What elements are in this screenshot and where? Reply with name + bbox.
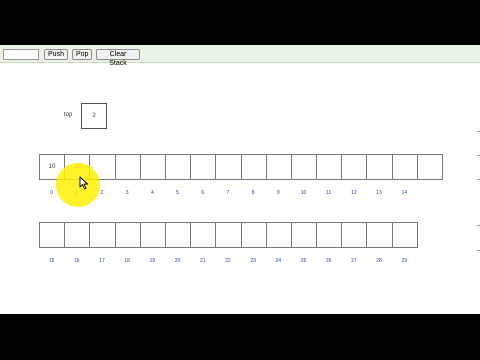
index-row-2: 15 16 17 18 19 20 21 22 23 24 25 26 27 28 29 [39, 258, 417, 264]
stack-cell [39, 222, 66, 248]
cell-index-label: 20 [174, 258, 181, 264]
cell-index-label: 4 [150, 190, 154, 196]
cell-index-label: 11 [326, 190, 332, 196]
stack-cell [416, 154, 443, 180]
stack-cell [215, 222, 242, 248]
cell-index-label: 29 [401, 258, 407, 264]
stack-cell [316, 154, 343, 180]
top-label: top [64, 112, 73, 118]
stack-cell [215, 154, 242, 180]
stack-cell [290, 222, 318, 248]
cell-index-label: 26 [325, 258, 332, 264]
stack-cell [190, 222, 217, 248]
toolbar: Push Pop Clear Stack [0, 45, 480, 67]
stack-cell [139, 222, 166, 248]
cell-index-label: 6 [201, 190, 205, 196]
cell-index-label: 15 [48, 258, 55, 264]
stack-cell [114, 222, 141, 248]
cell-index-label: 13 [376, 190, 382, 196]
cell-index-label: 10 [300, 190, 307, 196]
stack-cell [265, 154, 292, 180]
cell-index-label: 22 [225, 258, 231, 264]
stack-array-row-1: 1020 [39, 154, 443, 180]
cell-index-label: 25 [300, 258, 307, 264]
pop-button[interactable]: Pop [72, 49, 92, 60]
stack-visualization-page: Push Pop Clear Stack top 2 1020 01234567… [0, 45, 480, 314]
clear-stack-button[interactable]: Clear Stack [96, 49, 140, 67]
stack-cell [290, 154, 318, 180]
stack-cell [366, 222, 393, 248]
cell-index-label: 28 [376, 258, 382, 264]
cell-index-label: 17 [99, 258, 105, 264]
cell-index-label: 5 [176, 190, 179, 196]
cell-index-label: 14 [401, 190, 407, 196]
top-pointer-value: 2 [81, 103, 107, 129]
stack-cell [341, 154, 368, 180]
cell-index-label: 16 [74, 258, 80, 264]
cell-index-label: 18 [124, 258, 130, 264]
stack-array-row-2 [39, 222, 418, 248]
stack-cell [164, 154, 192, 180]
push-button[interactable]: Push [44, 49, 68, 60]
stack-cell [366, 154, 393, 180]
cell-index-label: 8 [251, 190, 255, 196]
stack-cell [64, 222, 91, 248]
stack-cell [164, 222, 192, 248]
cursor-highlight [56, 163, 100, 207]
stack-cell [89, 222, 116, 248]
cell-index-label: 27 [351, 258, 357, 264]
stack-cell [316, 222, 343, 248]
cell-index-label: 12 [351, 190, 357, 196]
cell-index-label: 24 [275, 258, 282, 264]
stack-cell [391, 222, 418, 248]
stack-cell [265, 222, 292, 248]
cell-index-label: 19 [149, 258, 156, 264]
stack-cell [114, 154, 141, 180]
cell-index-label: 23 [250, 258, 256, 264]
stack-cell [240, 222, 267, 248]
cell-index-label: 7 [226, 190, 230, 196]
stack-cell [139, 154, 166, 180]
cell-index-label: 21 [199, 258, 206, 264]
stack-cell [190, 154, 217, 180]
stack-cell [391, 154, 418, 180]
cell-index-label: 9 [276, 190, 280, 196]
cell-index-label: 3 [125, 190, 129, 196]
stack-cell [341, 222, 368, 248]
arrow-cursor-icon [79, 176, 88, 190]
stack-cell [240, 154, 267, 180]
stack-value-input[interactable] [3, 49, 39, 60]
